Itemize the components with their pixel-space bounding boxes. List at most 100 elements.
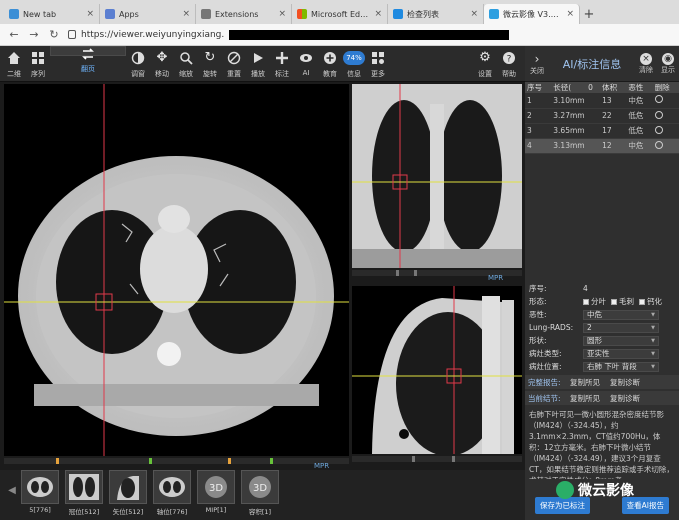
browser-tab[interactable]: Apps × xyxy=(100,4,196,24)
browser-tab-active[interactable]: 微云影像 V3.10.2---临…× xyxy=(484,4,580,24)
close-icon: × xyxy=(640,52,652,65)
table-row-selected[interactable]: 4 3.13mm 12 中危 xyxy=(525,138,679,153)
extensions-icon xyxy=(201,9,211,19)
thumbnail-item[interactable]: 5[776] xyxy=(18,470,62,518)
address-bar: ← → ↻ https://viewer.weiyunyingxiang. xyxy=(0,24,679,46)
delete-icon[interactable] xyxy=(653,123,679,138)
back-icon[interactable]: ← xyxy=(8,28,20,41)
toolbar-reset-button[interactable]: 重置 xyxy=(222,46,246,82)
ai-panel: › 关闭 AI/标注信息 × 清除 ◉ 显示 序号 长径( 0 体积 恶性 删除 1 … xyxy=(525,46,679,520)
sagittal-viewport[interactable] xyxy=(352,286,522,454)
lock-icon xyxy=(68,30,76,39)
svg-text:3D: 3D xyxy=(253,483,267,494)
shape-select[interactable]: 圆形 ▼ xyxy=(583,335,659,346)
browser-tab[interactable]: Extensions × xyxy=(196,4,292,24)
copy-diagnosis-button[interactable]: 复制诊断 xyxy=(610,393,640,404)
col-header[interactable]: 长径( xyxy=(551,82,587,93)
close-icon[interactable]: × xyxy=(182,9,190,19)
grid-icon xyxy=(30,50,46,66)
url-field[interactable]: https://viewer.weiyunyingxiang. xyxy=(68,29,510,40)
ai-panel-title: AI/标注信息 xyxy=(562,57,622,71)
col-header[interactable]: 恶性 xyxy=(626,82,653,93)
toolbar-settings-button[interactable]: ⚙ 设置 xyxy=(473,46,497,82)
full-report-bar: 完整报告: 复制所见 复制诊断 xyxy=(525,375,679,389)
chevron-down-icon: ▼ xyxy=(651,311,655,318)
toolbar-series-button[interactable]: 序列 xyxy=(26,46,50,82)
col-header[interactable]: 体积 xyxy=(600,82,627,93)
malignancy-select[interactable]: 中危 ▼ xyxy=(583,309,659,320)
close-icon[interactable]: × xyxy=(278,9,286,19)
axial-slice-bar[interactable] xyxy=(4,458,349,464)
col-header[interactable]: 删除 xyxy=(652,82,679,93)
eye-icon xyxy=(298,50,314,66)
delete-icon[interactable] xyxy=(653,108,679,123)
toolbar-more-button[interactable]: 更多 xyxy=(366,46,390,82)
3d-thumb-icon: 3D xyxy=(197,470,235,504)
toolbar-window-button[interactable]: 调窗 xyxy=(126,46,150,82)
col-header[interactable]: 序号 xyxy=(525,82,552,93)
3d-thumb-icon: 3D xyxy=(241,470,279,504)
ai-clear-button[interactable]: × 清除 xyxy=(635,52,657,75)
axial-mpr-label: MPR xyxy=(314,462,330,470)
coronal-thumb-icon xyxy=(65,470,103,504)
svg-text:?: ? xyxy=(507,55,512,65)
thumbnail-item[interactable]: 3D 容积[1] xyxy=(238,470,282,518)
toolbar-play-button[interactable]: 播放 xyxy=(246,46,270,82)
checkbox-calcified[interactable]: 钙化 xyxy=(639,296,662,307)
lesion-position-select[interactable]: 右肺 下叶 背段 ▼ xyxy=(583,361,659,372)
toolbar-rotate-button[interactable]: ↻ 旋转 xyxy=(198,46,222,82)
lesion-type-select[interactable]: 亚实性 ▼ xyxy=(583,348,659,359)
browser-tab[interactable]: 检查列表 × xyxy=(388,4,484,24)
lungrads-select[interactable]: 2 ▼ xyxy=(583,322,659,333)
copy-diagnosis-button[interactable]: 复制诊断 xyxy=(610,377,640,388)
list-icon xyxy=(393,9,403,19)
toolbar-info-button[interactable]: 74% 信息 xyxy=(342,46,366,82)
copy-findings-button[interactable]: 复制所见 xyxy=(570,377,600,388)
thumbnail-item[interactable]: 轴位[776] xyxy=(150,470,194,518)
nodule-table: 序号 长径( 0 体积 恶性 删除 1 3.10mm 13 中危 2 3.27m… xyxy=(525,82,679,154)
toolbar-annotate-button[interactable]: 标注 xyxy=(270,46,294,82)
ai-close-button[interactable]: › 关闭 xyxy=(525,52,549,76)
close-icon[interactable]: × xyxy=(374,9,382,19)
table-row[interactable]: 1 3.10mm 13 中危 xyxy=(525,93,679,108)
close-icon[interactable]: × xyxy=(566,9,574,19)
browser-tab[interactable]: New tab × xyxy=(4,4,100,24)
toolbar-2d-button[interactable]: 二维 xyxy=(2,46,26,82)
delete-icon[interactable] xyxy=(653,93,679,108)
svg-text:3D: 3D xyxy=(209,483,223,494)
thumbnail-prev-icon[interactable]: ◀ xyxy=(6,470,18,510)
toolbar-ai-button[interactable]: AI xyxy=(294,46,318,82)
axial-viewport[interactable] xyxy=(4,84,349,456)
copy-findings-button[interactable]: 复制所见 xyxy=(570,393,600,404)
toolbar-zoom-button[interactable]: 缩放 xyxy=(174,46,198,82)
thumbnail-item[interactable]: 3D MIP[1] xyxy=(194,470,238,518)
forward-icon[interactable]: → xyxy=(28,28,40,41)
axial-thumb-icon xyxy=(153,470,191,504)
rotate-icon: ↻ xyxy=(204,50,216,65)
close-icon[interactable]: × xyxy=(86,9,94,19)
contrast-icon xyxy=(130,50,146,66)
coronal-viewport[interactable] xyxy=(352,84,522,268)
chevron-down-icon: ▼ xyxy=(651,324,655,331)
refresh-icon[interactable]: ↻ xyxy=(48,28,60,41)
sagittal-slice-bar[interactable] xyxy=(352,456,522,462)
toolbar-move-button[interactable]: ✥ 移动 xyxy=(150,46,174,82)
report-text: 右肺下叶可见一微小圆形混杂密度结节影（IM424）（-324.45），约3.1m… xyxy=(529,410,674,479)
thumbnail-item[interactable]: 矢位[512] xyxy=(106,470,150,518)
delete-icon[interactable] xyxy=(652,138,679,153)
browser-tab[interactable]: Microsoft Edge Insider× xyxy=(292,4,388,24)
table-row[interactable]: 3 3.65mm 17 低危 xyxy=(525,123,679,138)
ai-show-button[interactable]: ◉ 显示 xyxy=(657,52,679,75)
watermark: 微云影像 xyxy=(556,480,634,500)
checkbox-lobulated[interactable]: 分叶 xyxy=(583,296,606,307)
toolbar-page-button[interactable]: 翻页 xyxy=(50,46,126,73)
toolbar-help-button[interactable]: ? 帮助 xyxy=(497,46,521,82)
thumbnail-item[interactable]: 冠位[512] xyxy=(62,470,106,518)
new-tab-icon[interactable]: + xyxy=(580,4,598,24)
close-icon[interactable]: × xyxy=(470,9,478,19)
checkbox-spiculated[interactable]: 毛刺 xyxy=(611,296,634,307)
redacted-block xyxy=(229,29,510,40)
table-row[interactable]: 2 3.27mm 22 低危 xyxy=(525,108,679,123)
toolbar-edu-button[interactable]: 教育 xyxy=(318,46,342,82)
col-header[interactable]: 0 xyxy=(586,82,601,93)
